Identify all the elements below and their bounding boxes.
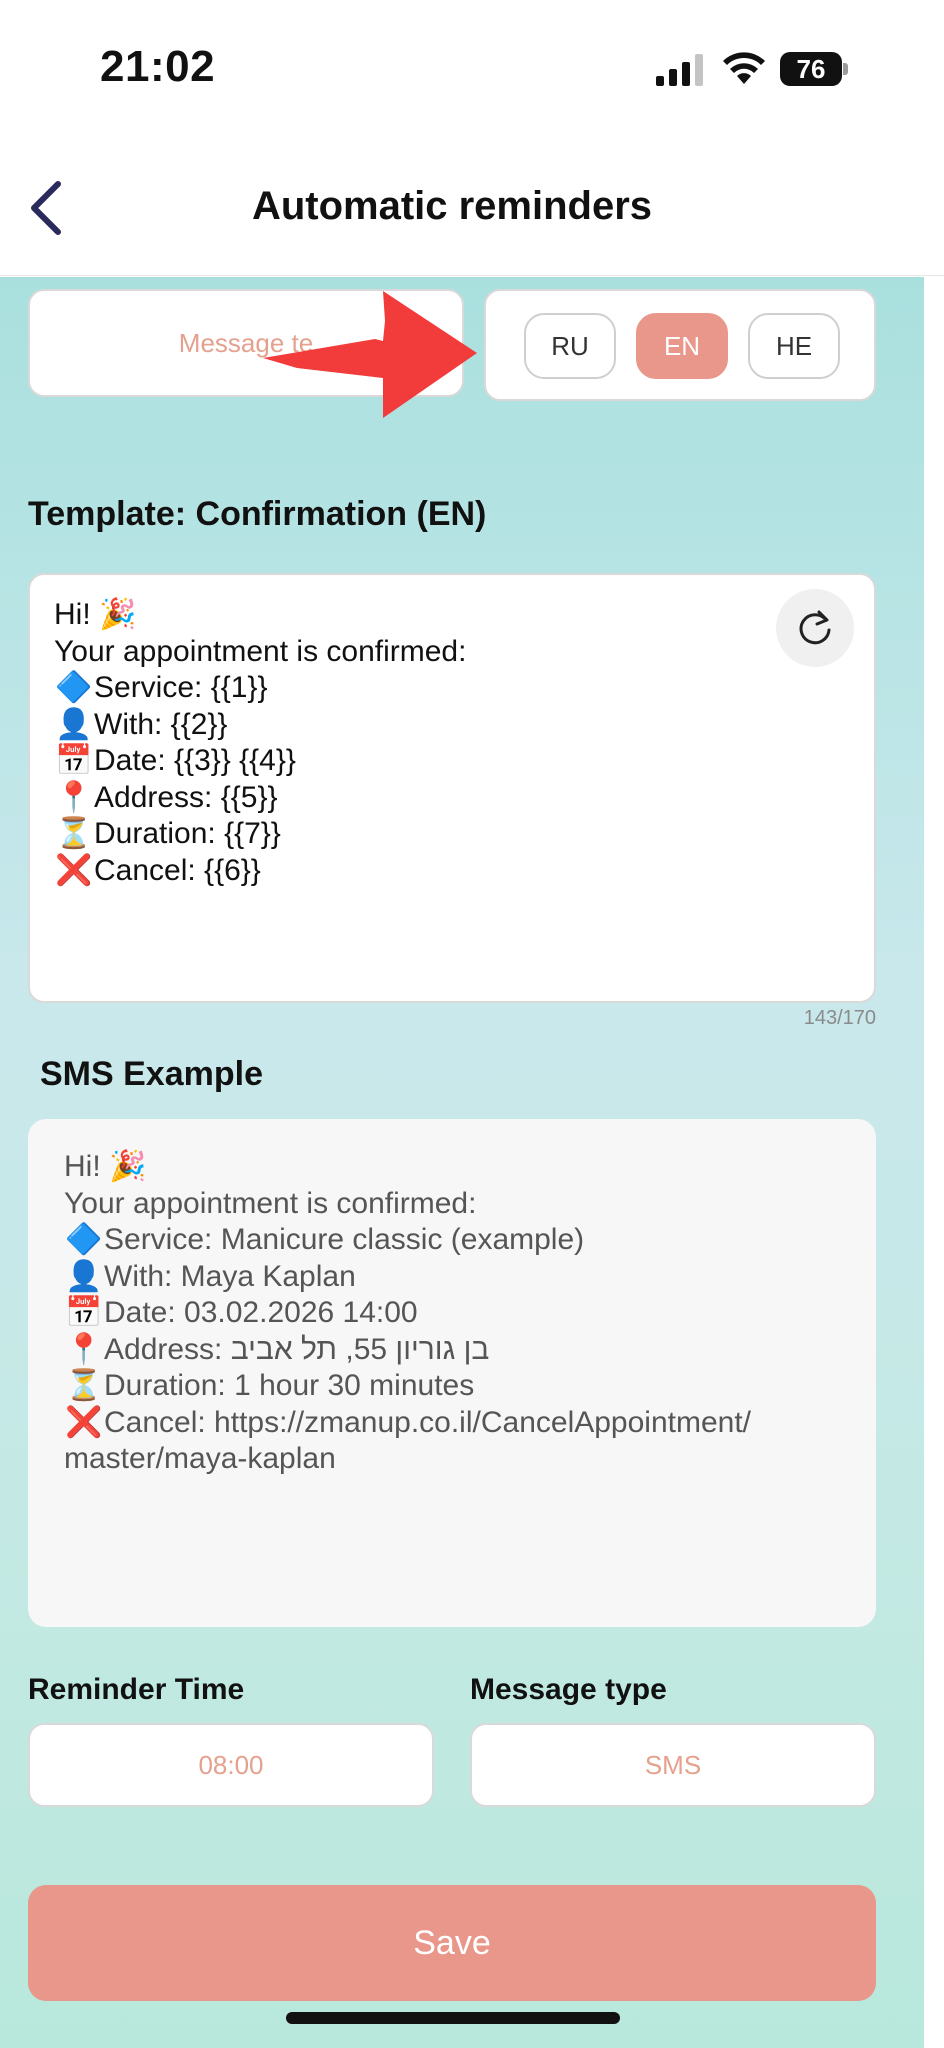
main-content: Message te RU EN HE Template: Confirmati… <box>0 277 924 2048</box>
status-bar: 21:02 76 <box>0 0 944 140</box>
reminder-time-value: 08:00 <box>198 1749 264 1780</box>
page-title: Automatic reminders <box>251 184 653 228</box>
template-line: ❌Cancel: {{6}} <box>54 853 850 890</box>
sms-line: 📅Date: 03.02.2026 14:00 <box>64 1295 840 1332</box>
hourglass-icon: ⏳ <box>55 817 93 850</box>
cross-icon: ❌ <box>65 1405 103 1439</box>
template-line: 📅Date: {{3}} {{4}} <box>54 743 850 780</box>
language-button-ru[interactable]: RU <box>524 313 616 379</box>
sms-line: master/maya-kaplan <box>64 1442 336 1475</box>
message-type-label: Message type <box>470 1673 667 1706</box>
template-line: 👤With: {{2}} <box>54 707 850 744</box>
sms-example-title: SMS Example <box>40 1055 263 1093</box>
message-type-value: SMS <box>644 1749 702 1780</box>
clock: 21:02 <box>100 42 216 91</box>
battery-level: 76 <box>780 52 842 86</box>
sms-example-preview: Hi! 🎉 Your appointment is confirmed: 🔷Se… <box>28 1119 876 1627</box>
sms-line: Your appointment is confirmed: <box>64 1186 477 1220</box>
template-line: 🔷Service: {{1}} <box>54 670 850 707</box>
language-button-he[interactable]: HE <box>748 313 840 379</box>
sms-line: Hi! 🎉 <box>64 1150 147 1183</box>
sms-line: ⏳Duration: 1 hour 30 minutes <box>64 1368 840 1405</box>
template-title: Template: Confirmation (EN) <box>28 495 487 533</box>
template-textarea[interactable]: Hi! 🎉 Your appointment is confirmed: 🔷Se… <box>28 573 876 1003</box>
character-counter: 143/170 <box>803 1007 876 1029</box>
save-button[interactable]: Save <box>28 1885 876 2001</box>
calendar-icon: 📅 <box>65 1296 103 1329</box>
refresh-icon <box>799 610 831 645</box>
template-line: Your appointment is confirmed: <box>54 634 467 668</box>
sms-line: 📍Address: בן גוריון 55, תל אביב <box>64 1332 840 1369</box>
person-icon: 👤 <box>65 1259 103 1293</box>
diamond-icon: 🔷 <box>55 671 93 704</box>
language-selector: RU EN HE <box>484 289 876 401</box>
calendar-icon: 📅 <box>55 744 93 777</box>
red-arrow-annotation <box>263 291 477 418</box>
wifi-icon <box>723 52 765 84</box>
message-type-select[interactable]: SMS <box>470 1723 876 1807</box>
template-line: 📍Address: {{5}} <box>54 780 850 817</box>
scroll-edge <box>924 277 944 2048</box>
reminder-time-label: Reminder Time <box>28 1673 245 1706</box>
battery-icon: 76 <box>780 52 848 86</box>
reminder-time-input[interactable]: 08:00 <box>28 1723 434 1807</box>
language-button-en[interactable]: EN <box>636 313 728 379</box>
hourglass-icon: ⏳ <box>65 1369 103 1402</box>
cross-icon: ❌ <box>55 853 93 887</box>
template-line: Hi! 🎉 <box>54 598 137 631</box>
sms-line: 🔷Service: Manicure classic (example) <box>64 1222 840 1259</box>
home-indicator[interactable] <box>286 2012 620 2024</box>
pin-icon: 📍 <box>65 1332 103 1366</box>
person-icon: 👤 <box>55 707 93 741</box>
template-line: ⏳Duration: {{7}} <box>54 816 850 853</box>
refresh-button[interactable] <box>776 589 854 667</box>
sms-line: ❌Cancel: https://zmanup.co.il/CancelAppo… <box>64 1405 840 1442</box>
diamond-icon: 🔷 <box>65 1223 103 1256</box>
navigation-bar: Automatic reminders <box>0 140 944 276</box>
pin-icon: 📍 <box>55 780 93 814</box>
cellular-signal-icon <box>656 54 703 86</box>
sms-line: 👤With: Maya Kaplan <box>64 1259 840 1296</box>
